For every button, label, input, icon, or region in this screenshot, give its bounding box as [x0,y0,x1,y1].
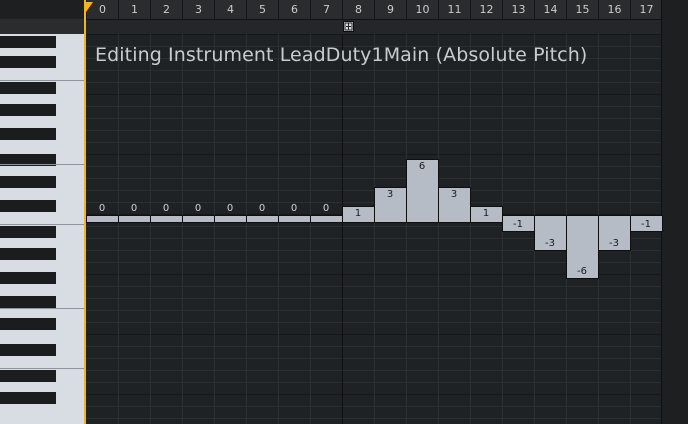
pitch-value-label: -1 [513,219,523,230]
black-piano-key[interactable] [0,272,56,284]
pitch-value-label: 0 [98,203,106,214]
black-piano-key[interactable] [0,82,56,94]
pitch-value-label: 0 [226,203,234,214]
pitch-value-label: 3 [386,189,394,200]
pitch-bar[interactable] [278,215,311,223]
instrument-editor: 0 1 2 3 4 5 6 7 8 9 10 11 12 13 14 15 16 17 0000000013631… [0,0,688,424]
piano-keyboard[interactable] [0,34,85,424]
pitch-value-label: 0 [290,203,298,214]
ruler-tick[interactable]: 4 [214,0,246,19]
black-piano-key[interactable] [0,370,56,382]
black-piano-key[interactable] [0,128,56,140]
ruler-tick[interactable]: 11 [438,0,470,19]
pitch-value-label: -3 [609,238,619,249]
pitch-value-label: 1 [354,208,362,219]
grid-column-line [118,34,119,424]
pitch-value-label: 0 [162,203,170,214]
key-separator [0,80,85,81]
pitch-value-label: 0 [194,203,202,214]
ruler-tick[interactable]: 2 [150,0,182,19]
black-piano-key[interactable] [0,344,56,356]
black-piano-key[interactable] [0,36,56,48]
pitch-bar[interactable] [246,215,279,223]
editor-title: Editing Instrument LeadDuty1Main (Absolu… [95,44,588,66]
pitch-value-label: 1 [482,208,490,219]
ruler-tick[interactable]: 17 [630,0,662,19]
black-piano-key[interactable] [0,318,56,330]
black-piano-key[interactable] [0,392,56,404]
pitch-bar[interactable] [182,215,215,223]
ruler-tick[interactable]: 13 [502,0,534,19]
black-piano-key[interactable] [0,248,56,260]
pitch-bar[interactable] [310,215,343,223]
pitch-value-label: 0 [258,203,266,214]
pitch-bar[interactable] [118,215,151,223]
keyboard-header [0,19,85,34]
pitch-value-label: 3 [450,189,458,200]
grid-column-line [406,34,407,424]
grid-column-line [278,34,279,424]
grid-column-line [342,34,343,424]
right-gutter [662,0,688,424]
grid-column-line [374,34,375,424]
grid-column-line [214,34,215,424]
grid-column-line [246,34,247,424]
playhead-line [84,0,86,424]
grid-column-line [438,34,439,424]
pitch-value-label: 0 [130,203,138,214]
black-piano-key[interactable] [0,56,56,68]
pitch-bar[interactable] [150,215,183,223]
black-piano-key[interactable] [0,104,56,116]
ruler-tick[interactable]: 15 [566,0,598,19]
grid-column-line [182,34,183,424]
black-piano-key[interactable] [0,296,56,308]
pitch-bar[interactable] [86,215,119,223]
ruler-tick[interactable]: 6 [278,0,310,19]
key-separator [0,368,85,369]
key-separator [0,164,85,165]
ruler-tick[interactable]: 8 [342,0,374,19]
pitch-bar[interactable] [214,215,247,223]
loop-marker-icon[interactable] [343,21,354,32]
ruler-tick[interactable]: 9 [374,0,406,19]
pitch-value-label: -3 [545,238,555,249]
grid-column-line [470,34,471,424]
marker-row[interactable] [86,20,662,34]
ruler-tick[interactable]: 10 [406,0,438,19]
ruler-tick[interactable]: 3 [182,0,214,19]
pitch-value-label: -1 [641,219,651,230]
ruler-tick[interactable]: 16 [598,0,630,19]
key-separator [0,224,85,225]
playhead-handle[interactable] [86,2,93,12]
ruler-tick[interactable]: 1 [118,0,150,19]
pitch-value-label: 6 [418,161,426,172]
ruler-tick[interactable]: 12 [470,0,502,19]
grid-column-line [150,34,151,424]
timeline-ruler[interactable]: 0 1 2 3 4 5 6 7 8 9 10 11 12 13 14 15 16 17 [86,0,662,20]
pitch-value-label: 0 [322,203,330,214]
pitch-value-label: -6 [577,266,587,277]
black-piano-key[interactable] [0,176,56,188]
key-separator [0,308,85,309]
black-piano-key[interactable] [0,226,56,238]
ruler-tick[interactable]: 5 [246,0,278,19]
ruler-tick[interactable]: 14 [534,0,566,19]
grid-column-line [310,34,311,424]
black-piano-key[interactable] [0,200,56,212]
ruler-tick[interactable]: 7 [310,0,342,19]
